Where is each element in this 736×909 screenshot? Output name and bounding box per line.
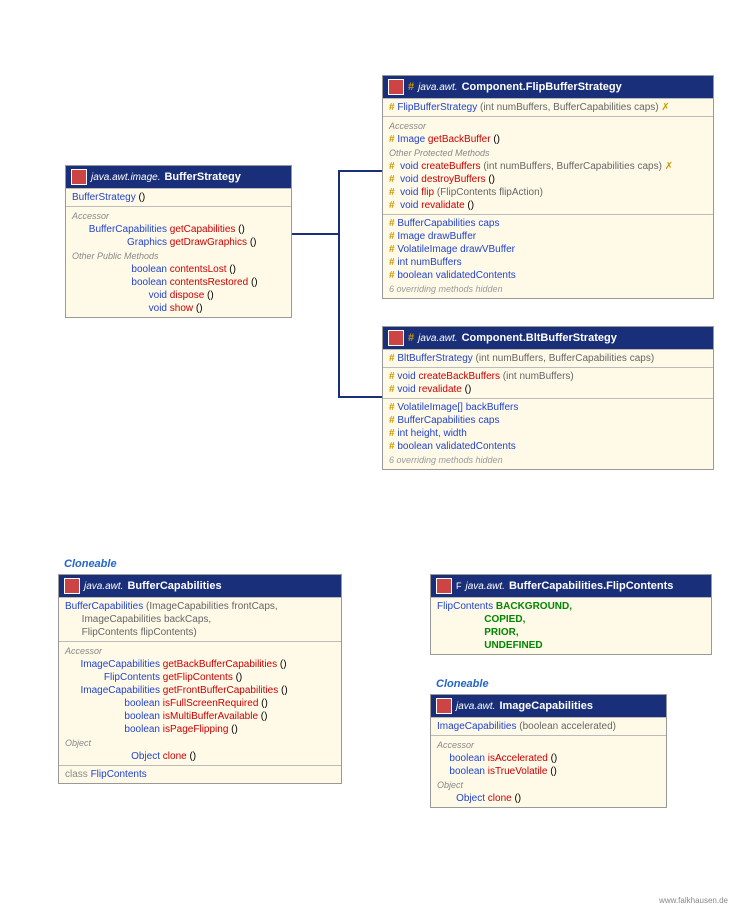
constructor: ImageCapabilities [437,721,517,732]
method: destroyBuffers [421,174,485,185]
method: revalidate [418,384,461,395]
field: BufferCapabilities caps [397,415,499,426]
method: getBackBufferCapabilities [163,659,277,670]
constant: PRIOR, [484,627,518,638]
hidden-note: 6 overriding methods hidden [383,282,713,296]
method: getFlipContents [163,672,233,683]
class-icon [388,79,404,95]
connector [338,170,382,172]
class-title: java.awt.image.BufferStrategy [66,166,291,188]
method: isMultiBufferAvailable [163,711,258,722]
method: isTrueVolatile [488,766,548,777]
method: getCapabilities [170,224,236,235]
class-title: F java.awt.BufferCapabilities.FlipConten… [431,575,711,597]
class-flipbufferstrategy: # java.awt.Component.FlipBufferStrategy … [382,75,714,299]
method: getFrontBufferCapabilities [163,685,278,696]
class-bltbufferstrategy: # java.awt.Component.BltBufferStrategy #… [382,326,714,470]
section-accessor: Accessor [383,119,713,133]
method: clone [163,751,187,762]
class-title: # java.awt.Component.FlipBufferStrategy [383,76,713,98]
method: getBackBuffer [428,134,491,145]
method: contentsLost [170,264,227,275]
section-accessor: Accessor [59,644,341,658]
class-icon [436,698,452,714]
method: flip [421,187,434,198]
stereotype-cloneable: Cloneable [436,678,489,690]
method: isAccelerated [488,753,548,764]
field: BufferCapabilities caps [397,218,499,229]
field: VolatileImage drawVBuffer [397,244,515,255]
class-icon [64,578,80,594]
class-imagecapabilities: java.awt.ImageCapabilities ImageCapabili… [430,694,667,808]
section-other: Other Protected Methods [383,146,713,160]
method: isPageFlipping [163,724,229,735]
method: clone [488,793,512,804]
constant: COPIED, [484,614,525,625]
section-accessor: Accessor [66,209,291,223]
connector [290,233,340,235]
constant: UNDEFINED [484,640,542,651]
method: createBackBuffers [418,371,500,382]
method: createBuffers [421,161,480,172]
section-object: Object [431,778,666,792]
constructor: BltBufferStrategy [397,353,472,364]
class-flipcontents: F java.awt.BufferCapabilities.FlipConten… [430,574,712,655]
connector [338,170,340,398]
field: boolean validatedContents [397,270,515,281]
method: show [170,303,193,314]
constant: BACKGROUND, [496,601,572,612]
class-buffercapabilities: java.awt.BufferCapabilities BufferCapabi… [58,574,342,784]
constructor: BufferStrategy [72,192,136,203]
method: revalidate [421,200,464,211]
method: dispose [170,290,204,301]
constructor: BufferCapabilities [65,601,143,612]
class-icon [71,169,87,185]
field: VolatileImage[] backBuffers [397,402,518,413]
credit-link[interactable]: www.falkhausen.de [659,896,728,905]
connector [338,396,382,398]
class-icon [388,330,404,346]
hidden-note: 6 overriding methods hidden [383,453,713,467]
method: contentsRestored [170,277,248,288]
constructor: FlipBufferStrategy [397,102,477,113]
class-title: java.awt.ImageCapabilities [431,695,666,717]
section-object: Object [59,736,341,750]
section-other: Other Public Methods [66,249,291,263]
field: int numBuffers [397,257,461,268]
field: int height, width [397,428,467,439]
section-accessor: Accessor [431,738,666,752]
class-title: java.awt.BufferCapabilities [59,575,341,597]
method: isFullScreenRequired [163,698,259,709]
field: Image drawBuffer [397,231,476,242]
class-bufferstrategy: java.awt.image.BufferStrategy BufferStra… [65,165,292,318]
stereotype-cloneable: Cloneable [64,558,117,570]
field: boolean validatedContents [397,441,515,452]
method: getDrawGraphics [170,237,247,248]
class-title: # java.awt.Component.BltBufferStrategy [383,327,713,349]
class-icon [436,578,452,594]
